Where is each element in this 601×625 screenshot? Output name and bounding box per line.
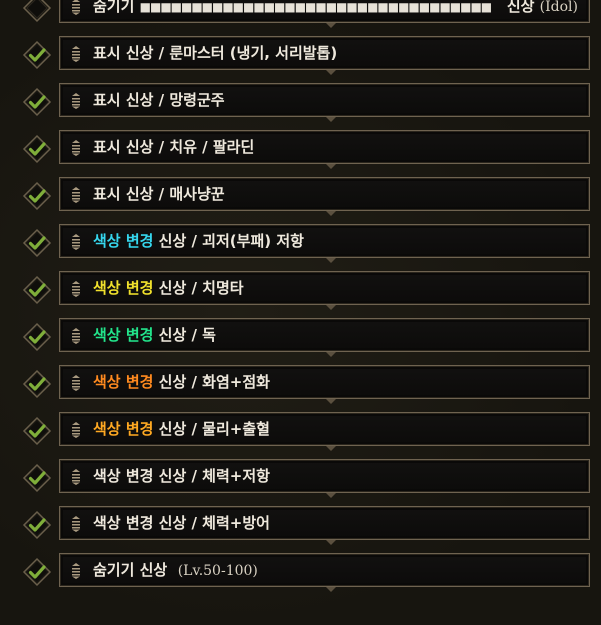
filter-rule-bar[interactable]: 색상 변경 신상 / 체력+저항 [59,459,590,498]
drag-handle-icon[interactable] [71,563,81,579]
rule-text: 신상 / 물리+출혈 [153,420,270,438]
filter-row: 표시 신상 / 매사냥꾼 [0,173,601,220]
filter-rule-bar[interactable]: 표시 신상 / 룬마스터 (냉기, 서리발톱) [59,36,590,75]
filter-rule-bar[interactable]: 색상 변경 신상 / 물리+출혈 [59,412,590,451]
filter-toggle-checkbox[interactable] [22,0,52,23]
color-keyword: 색상 변경 [93,232,154,250]
rule-text: / 룬마스터 (냉기, 서리발톱) [153,44,338,62]
filter-toggle-checkbox[interactable] [22,369,52,399]
rule-text: 신상 / 독 [153,326,216,344]
filter-toggle-checkbox[interactable] [22,463,52,493]
drag-handle-icon[interactable] [71,93,81,109]
rule-text: 표시 신상 [93,91,154,109]
filter-rule-label: 표시 신상 / 망령군주 [93,84,225,116]
rule-text: 신상 [506,0,535,15]
rule-text: 숨기기 [93,0,135,15]
filter-row: 색상 변경 신상 / 괴저(부패) 저항 [0,220,601,267]
filter-rule-bar[interactable]: 색상 변경 신상 / 화염+점화 [59,365,590,404]
filter-rule-bar[interactable]: 숨기기 신상 (Lv.50-100) [59,553,590,592]
filter-row: 숨기기 ■■■■■■■■■■■■■■■■■■■■■■■■■■■■■■■■■■ 신… [0,0,601,32]
rule-text: 색상 변경 신상 [93,514,187,532]
filter-row: 색상 변경 신상 / 체력+방어 [0,502,601,549]
rule-suffix: (Idol) [539,0,578,15]
filter-toggle-checkbox[interactable] [22,322,52,352]
rule-text: 표시 신상 [93,185,154,203]
rule-text: / 체력+저항 [186,467,270,485]
filter-rule-bar[interactable]: 숨기기 ■■■■■■■■■■■■■■■■■■■■■■■■■■■■■■■■■■ 신… [59,0,590,28]
drag-handle-icon[interactable] [71,187,81,203]
color-keyword: 색상 변경 [93,420,154,438]
filter-rule-bar[interactable]: 색상 변경 신상 / 괴저(부패) 저항 [59,224,590,263]
filter-row: 색상 변경 신상 / 물리+출혈 [0,408,601,455]
loot-filter-list: 숨기기 ■■■■■■■■■■■■■■■■■■■■■■■■■■■■■■■■■■ 신… [0,0,601,625]
filter-rule-label: 색상 변경 신상 / 독 [93,319,216,351]
color-keyword: 색상 변경 [93,373,154,391]
filter-toggle-checkbox[interactable] [22,87,52,117]
filter-rule-bar[interactable]: 표시 신상 / 치유 / 팔라딘 [59,130,590,169]
filter-rule-label: 색상 변경 신상 / 화염+점화 [93,366,270,398]
filter-rule-bar[interactable]: 표시 신상 / 망령군주 [59,83,590,122]
filter-rule-bar[interactable]: 표시 신상 / 매사냥꾼 [59,177,590,216]
filter-row: 색상 변경 신상 / 화염+점화 [0,361,601,408]
rule-suffix: (Lv.50-100) [177,563,258,579]
filter-rule-label: 숨기기 ■■■■■■■■■■■■■■■■■■■■■■■■■■■■■■■■■■ 신… [93,0,578,22]
rule-text: 신상 / 화염+점화 [153,373,270,391]
filter-toggle-checkbox[interactable] [22,510,52,540]
filter-row: 숨기기 신상 (Lv.50-100) [0,549,601,596]
color-keyword: 색상 변경 [93,326,154,344]
drag-handle-icon[interactable] [71,375,81,391]
rule-text: 색상 변경 신상 [93,467,187,485]
filter-rule-bar[interactable]: 색상 변경 신상 / 치명타 [59,271,590,310]
rule-text: / 체력+방어 [186,514,270,532]
filter-toggle-checkbox[interactable] [22,557,52,587]
drag-handle-icon[interactable] [71,234,81,250]
filter-rule-label: 숨기기 신상 (Lv.50-100) [93,554,258,586]
rule-text: 표시 신상 [93,44,154,62]
filter-toggle-checkbox[interactable] [22,416,52,446]
filter-toggle-checkbox[interactable] [22,134,52,164]
drag-handle-icon[interactable] [71,46,81,62]
filter-rule-label: 색상 변경 신상 / 체력+방어 [93,507,270,539]
filter-rule-label: 색상 변경 신상 / 괴저(부패) 저항 [93,225,304,257]
filter-rule-label: 색상 변경 신상 / 물리+출혈 [93,413,270,445]
filter-rule-label: 색상 변경 신상 / 체력+저항 [93,460,270,492]
rule-text: / 망령군주 [153,91,225,109]
redacted-text: ■■■■■■■■■■■■■■■■■■■■■■■■■■■■■■■■■■ [139,0,492,14]
drag-handle-icon[interactable] [71,422,81,438]
drag-handle-icon[interactable] [71,281,81,297]
filter-row: 표시 신상 / 망령군주 [0,79,601,126]
rule-text: 신상 / 괴저(부패) 저항 [153,232,304,250]
drag-handle-icon[interactable] [71,328,81,344]
drag-handle-icon[interactable] [71,140,81,156]
filter-toggle-checkbox[interactable] [22,181,52,211]
filter-toggle-checkbox[interactable] [22,40,52,70]
filter-row: 색상 변경 신상 / 독 [0,314,601,361]
rule-text: 신상 / 치명타 [153,279,244,297]
drag-handle-icon[interactable] [71,469,81,485]
filter-rule-bar[interactable]: 색상 변경 신상 / 체력+방어 [59,506,590,545]
rule-text: 숨기기 신상 [93,561,168,579]
drag-handle-icon[interactable] [71,516,81,532]
filter-rule-label: 표시 신상 / 매사냥꾼 [93,178,225,210]
filter-rule-label: 표시 신상 / 룬마스터 (냉기, 서리발톱) [93,37,337,69]
filter-rule-label: 색상 변경 신상 / 치명타 [93,272,244,304]
drag-handle-icon[interactable] [71,0,81,15]
rule-text: / 치유 / 팔라딘 [153,138,255,156]
filter-row: 색상 변경 신상 / 체력+저항 [0,455,601,502]
filter-row: 표시 신상 / 룬마스터 (냉기, 서리발톱) [0,32,601,79]
filter-toggle-checkbox[interactable] [22,275,52,305]
rule-text: 표시 신상 [93,138,154,156]
filter-row: 색상 변경 신상 / 치명타 [0,267,601,314]
filter-row: 표시 신상 / 치유 / 팔라딘 [0,126,601,173]
filter-rule-label: 표시 신상 / 치유 / 팔라딘 [93,131,254,163]
filter-toggle-checkbox[interactable] [22,228,52,258]
filter-rule-bar[interactable]: 색상 변경 신상 / 독 [59,318,590,357]
rule-text: / 매사냥꾼 [153,185,225,203]
color-keyword: 색상 변경 [93,279,154,297]
